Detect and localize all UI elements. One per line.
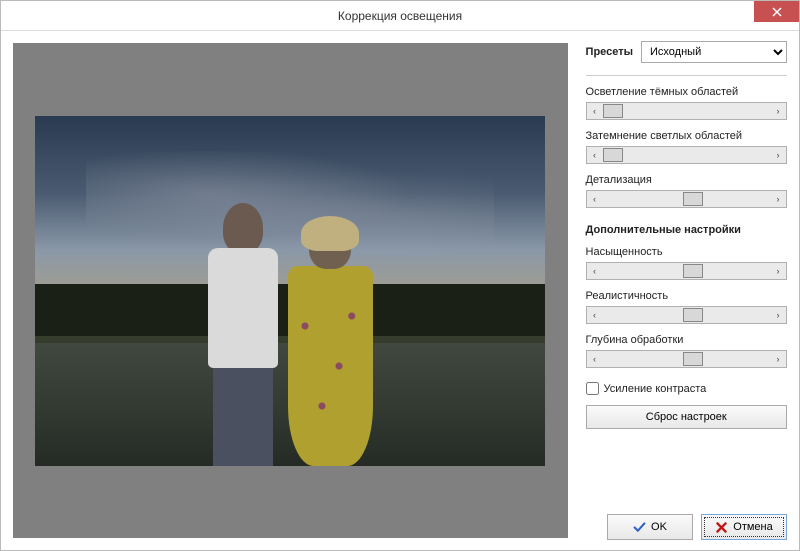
preset-select[interactable]: Исходный [641,41,787,63]
slider-thumb[interactable] [603,148,623,162]
preset-label: Пресеты [586,46,633,58]
window-title: Коррекция освещения [1,9,799,23]
content: Пресеты Исходный Осветление тёмных облас… [1,31,799,550]
cancel-button[interactable]: Отмена [701,514,787,540]
slider-right-arrow-icon[interactable]: › [770,194,786,204]
realism-slider[interactable]: ‹ › [586,306,787,324]
reset-button[interactable]: Сброс настроек [586,405,787,429]
slider-right-arrow-icon[interactable]: › [770,150,786,160]
preset-row: Пресеты Исходный [586,41,787,63]
slider-thumb[interactable] [683,352,703,366]
slider-left-arrow-icon[interactable]: ‹ [587,106,603,116]
cancel-icon [715,521,728,534]
button-row: OK Отмена [586,514,787,540]
close-icon [772,7,782,17]
control-realism: Реалистичность ‹ › [586,290,787,324]
saturation-label: Насыщенность [586,246,787,258]
contrast-boost-checkbox[interactable] [586,382,599,395]
control-lighten-dark: Осветление тёмных областей ‹ › [586,86,787,120]
slider-thumb[interactable] [683,264,703,278]
realism-label: Реалистичность [586,290,787,302]
slider-thumb[interactable] [683,308,703,322]
contrast-boost-row: Усиление контраста [586,382,787,395]
divider [586,75,787,76]
preview-image [35,116,545,466]
slider-right-arrow-icon[interactable]: › [770,310,786,320]
slider-left-arrow-icon[interactable]: ‹ [587,266,603,276]
darken-light-slider[interactable]: ‹ › [586,146,787,164]
lighten-dark-label: Осветление тёмных областей [586,86,787,98]
lighten-dark-slider[interactable]: ‹ › [586,102,787,120]
control-darken-light: Затемнение светлых областей ‹ › [586,130,787,164]
check-icon [633,521,646,534]
ok-button[interactable]: OK [607,514,693,540]
control-saturation: Насыщенность ‹ › [586,246,787,280]
control-detail: Детализация ‹ › [586,174,787,208]
slider-thumb[interactable] [603,104,623,118]
control-depth: Глубина обработки ‹ › [586,334,787,368]
sidebar: Пресеты Исходный Осветление тёмных облас… [580,31,799,550]
close-button[interactable] [754,1,799,22]
cancel-label: Отмена [733,521,772,533]
slider-left-arrow-icon[interactable]: ‹ [587,194,603,204]
slider-right-arrow-icon[interactable]: › [770,106,786,116]
titlebar: Коррекция освещения [1,1,799,31]
advanced-title: Дополнительные настройки [586,224,787,236]
slider-left-arrow-icon[interactable]: ‹ [587,150,603,160]
slider-right-arrow-icon[interactable]: › [770,354,786,364]
contrast-boost-label: Усиление контраста [604,383,707,395]
slider-thumb[interactable] [683,192,703,206]
darken-light-label: Затемнение светлых областей [586,130,787,142]
detail-label: Детализация [586,174,787,186]
slider-left-arrow-icon[interactable]: ‹ [587,354,603,364]
ok-label: OK [651,521,667,533]
saturation-slider[interactable]: ‹ › [586,262,787,280]
slider-left-arrow-icon[interactable]: ‹ [587,310,603,320]
preview-canvas [13,43,568,538]
depth-label: Глубина обработки [586,334,787,346]
depth-slider[interactable]: ‹ › [586,350,787,368]
slider-right-arrow-icon[interactable]: › [770,266,786,276]
preview-pane [1,31,580,550]
detail-slider[interactable]: ‹ › [586,190,787,208]
